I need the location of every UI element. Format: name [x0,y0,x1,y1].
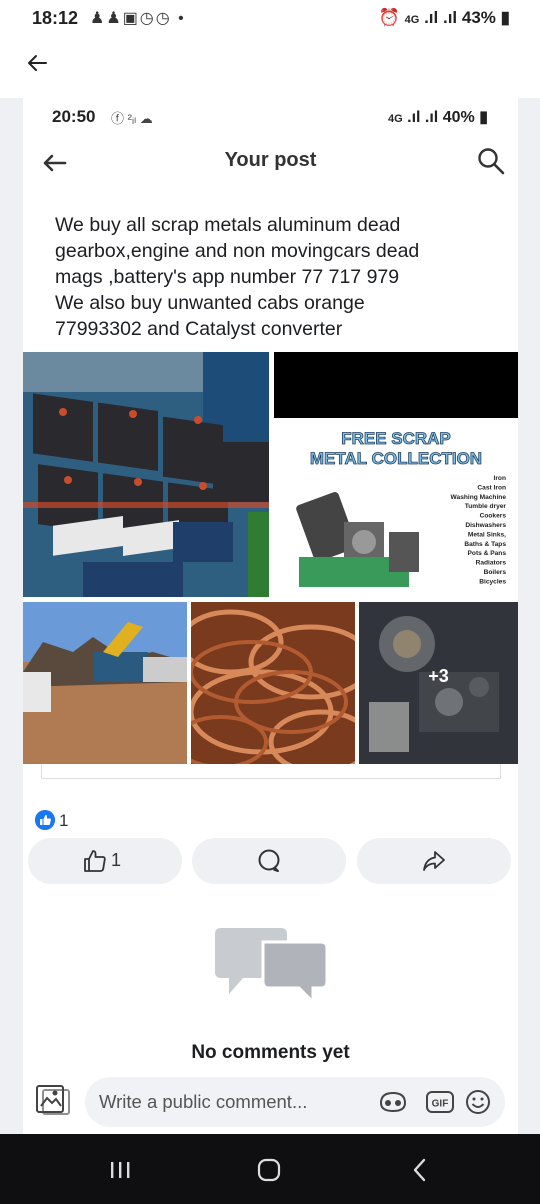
flyer-item: Boilers [484,569,507,576]
inner-screenshot-card: 20:50 ⓕ ²ᵢₗ ☁ 4G .ıl .ıl 40% ▮ Your post… [23,98,518,1134]
flyer-item: Metal Sinks, [468,531,506,538]
svg-text:GIF: GIF [432,1099,449,1110]
nav-back-icon[interactable] [410,1156,430,1184]
search-icon[interactable] [476,146,506,176]
page-title: Your post [224,149,317,171]
thumbs-up-icon [84,850,106,872]
flyer-image: FREE SCRAP METAL COLLECTION Iron Cast Iro… [274,422,518,597]
flyer-item: Bicycles [479,578,506,585]
outer-status-bar: 18:12 ♟♟▣◷◷ • ⏰ 4G .ıl .ıl 43% ▮ [0,0,540,38]
inner-signal-icon: .ıl .ıl [407,109,439,126]
batteries-image [23,352,269,597]
outer-battery-percent: 43% [461,8,496,27]
notification-icons: ♟♟▣◷◷ • [90,10,186,27]
more-photos-count: +3 [428,666,449,686]
flyer-item: Pots & Pans [468,550,507,557]
flyer-item: Cast Iron [477,484,506,491]
like-button[interactable]: 1 [28,838,182,884]
photo-flyer[interactable]: FREE SCRAP METAL COLLECTION Iron Cast Iro… [274,422,518,597]
empty-comments-icon [215,928,329,1004]
shared-screenshot: 20:50 ⓕ ²ᵢₗ ☁ 4G .ıl .ıl 40% ▮ Your post… [0,98,540,1134]
photo-batteries[interactable] [23,352,269,597]
inner-status-right: 4G .ıl .ıl 40% ▮ [388,107,488,127]
emoji-icon[interactable] [465,1089,491,1115]
comment-bubble-icon [258,849,280,872]
share-button[interactable] [357,838,511,884]
flyer-item: Iron [494,475,506,482]
reaction-count: 1 [59,811,69,830]
flyer-item: Dishwashers [465,522,506,529]
inner-status-time: 20:50 [52,107,96,126]
flyer-item: Tumble dryer [465,503,507,510]
home-icon[interactable] [255,1156,283,1184]
flyer-title-line1: FREE SCRAP [341,429,451,448]
junkyard-image [23,602,187,764]
inner-battery-icon: ▮ [479,109,488,126]
comment-placeholder: Write a public comment... [99,1091,308,1112]
comment-input[interactable]: Write a public comment... GIF [85,1077,505,1127]
outer-nav [0,38,540,98]
add-photo-icon[interactable] [35,1084,71,1116]
like-count: 1 [111,850,122,870]
post-card-edge [41,764,501,779]
recent-apps-icon[interactable] [108,1156,132,1184]
no-comments-text: No comments yet [191,1042,350,1063]
flyer-item: Washing Machine [451,494,507,501]
flyer-item: Cookers [480,513,507,520]
system-nav-bar [0,1134,540,1204]
share-arrow-icon [423,851,445,871]
photo-copper-wire[interactable] [191,602,355,764]
inner-battery-percent: 40% [442,109,475,126]
post-header: Your post [23,140,518,184]
flyer-item: Radiators [476,560,507,567]
photo-black[interactable] [274,352,518,418]
inner-status-bar: 20:50 ⓕ ²ᵢₗ ☁ 4G .ıl .ıl 40% ▮ [23,98,518,136]
photo-engine[interactable]: +3 [359,602,518,764]
alarm-icon: ⏰ [378,8,400,27]
like-reaction-icon [35,810,55,830]
copper-image [191,602,355,764]
avatar-sticker-icon[interactable] [377,1089,409,1115]
outer-status-time: 18:12 [32,8,79,28]
inner-status-icons: ⓕ ²ᵢₗ ☁ [111,111,153,126]
flyer-title-line2: METAL COLLECTION [310,449,482,468]
flyer-item: Baths & Taps [464,541,506,548]
comment-composer: Write a public comment... GIF [23,1068,518,1134]
outer-status-right: ⏰ 4G .ıl .ıl 43% ▮ [379,8,510,28]
photo-junkyard[interactable] [23,602,187,764]
gif-icon[interactable]: GIF [425,1089,455,1115]
signal-icon: .ıl .ıl [424,8,458,27]
battery-icon: ▮ [500,8,510,27]
inner-network-label: 4G [387,113,403,125]
back-arrow-icon[interactable] [24,50,50,76]
post-text: We buy all scrap metals aluminum dead ge… [55,214,420,340]
outer-network-label: 4G [404,14,420,26]
comment-button[interactable] [192,838,346,884]
